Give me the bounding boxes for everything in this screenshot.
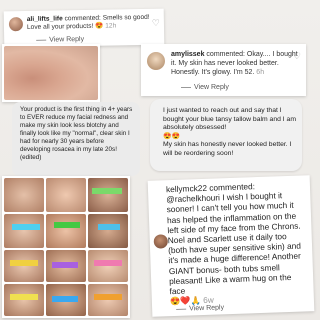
comment-time: 6h: [256, 69, 265, 76]
reply-line: [36, 39, 47, 41]
grid-photo: [4, 178, 44, 212]
avatar[interactable]: [8, 17, 24, 32]
grid-photo: [88, 284, 128, 316]
message-line-2: My skin has honestly never looked better…: [163, 141, 292, 157]
comment-body: commented: @rachelkhouri I wish I bought…: [166, 181, 302, 297]
tape-bar: [98, 224, 120, 230]
tape-bar: [10, 260, 38, 266]
grid-photo: [4, 214, 44, 248]
view-reply-label: View Reply: [49, 36, 85, 44]
tape-bar: [94, 294, 122, 300]
view-reply-label: View Reply: [194, 84, 229, 91]
comment-text: ali_lifts_life commented: Smells so good…: [27, 14, 159, 32]
comment-username[interactable]: amylissek: [171, 51, 204, 58]
tape-bar: [92, 188, 122, 194]
view-reply-label: View Reply: [189, 304, 225, 313]
message-emoji: 😍😍: [163, 132, 180, 140]
before-photo: [4, 46, 98, 100]
view-reply-link[interactable]: View Reply: [36, 36, 84, 44]
view-reply-link[interactable]: View Reply: [176, 304, 224, 313]
grid-photo: [46, 214, 86, 248]
comment-text: Your product is the first thing in 4+ ye…: [20, 106, 133, 161]
message-card-tansy: I just wanted to reach out and say that …: [150, 99, 302, 171]
comment-card-amylissek: amylissek commented: Okay.... I bought i…: [141, 44, 306, 96]
photo-grid-card: [2, 176, 130, 318]
comment-time: 12h: [105, 22, 117, 30]
comment-username[interactable]: ali_lifts_life: [27, 15, 63, 23]
before-photo-card: [2, 44, 100, 102]
comment-emoji: 😍: [95, 22, 104, 30]
tape-bar: [94, 260, 122, 266]
grid-photo: [88, 214, 128, 248]
comment-card-rosacea: Your product is the first thing in 4+ ye…: [12, 102, 140, 176]
tape-bar: [52, 296, 78, 302]
comment-text: amylissek commented: Okay.... I bought i…: [171, 50, 299, 77]
tape-bar: [54, 222, 80, 228]
grid-photo: [88, 178, 128, 212]
comment-card-ali: ali_lifts_life commented: Smells so good…: [3, 8, 165, 48]
heart-icon[interactable]: ♡: [293, 52, 301, 61]
message-text: I just wanted to reach out and say that …: [163, 107, 297, 158]
comment-card-kellymck22: kellymck22 commented: @rachelkhouri I wi…: [147, 175, 315, 317]
tape-bar: [10, 294, 38, 300]
avatar[interactable]: [153, 234, 169, 249]
reply-line: [176, 308, 187, 310]
grid-photo: [88, 250, 128, 282]
grid-photo: [4, 284, 44, 316]
grid-photo: [4, 250, 44, 282]
comment-footer: 😍❤️🙏 6w: [170, 292, 310, 307]
message-line-1: I just wanted to reach out and say that …: [163, 107, 296, 131]
avatar[interactable]: [147, 52, 165, 70]
grid-photo: [46, 178, 86, 212]
reply-line: [181, 87, 191, 88]
tape-bar: [52, 262, 78, 268]
view-reply-link[interactable]: View Reply: [181, 84, 229, 91]
heart-icon[interactable]: ♡: [152, 18, 160, 28]
tape-bar: [12, 224, 40, 230]
comment-text: kellymck22 commented: @rachelkhouri I wi…: [166, 179, 310, 306]
